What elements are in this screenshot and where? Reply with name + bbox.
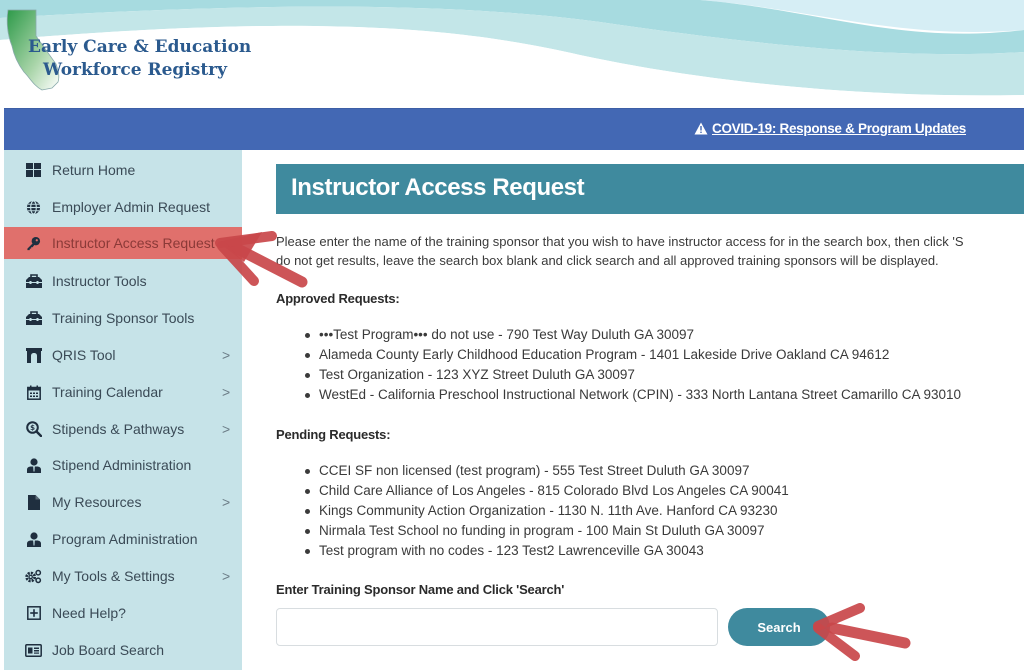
approved-requests-heading: Approved Requests: [276, 291, 400, 306]
pending-request-item: CCEI SF non licensed (test program) - 55… [304, 461, 789, 481]
sidebar-item-label: Return Home [52, 162, 136, 178]
file-icon [25, 494, 42, 511]
sidebar-item-label: My Tools & Settings [52, 568, 175, 584]
key-icon [25, 235, 42, 252]
annotation-arrow-search [813, 603, 911, 661]
chevron-right-icon: > [222, 568, 231, 584]
grid-icon [25, 162, 42, 179]
chevron-right-icon: > [222, 421, 231, 437]
sidebar-item-label: Need Help? [52, 605, 126, 621]
sidebar-item-label: Stipends & Pathways [52, 421, 185, 437]
sidebar-item-return-home[interactable]: Return Home [4, 154, 242, 186]
sidebar-item-label: Training Calendar [52, 384, 163, 400]
archway-icon [25, 347, 42, 364]
sidebar-item-label: QRIS Tool [52, 347, 116, 363]
svg-text:$: $ [30, 424, 35, 432]
globe-icon [25, 199, 42, 216]
warning-triangle-icon [694, 122, 708, 135]
sidebar-item-instructor-tools[interactable]: Instructor Tools [4, 265, 242, 297]
sidebar-item-label: Instructor Tools [52, 273, 147, 289]
approved-request-item: Test Organization - 123 XYZ Street Dulut… [304, 365, 961, 385]
sidebar-item-instructor-access-request[interactable]: Instructor Access Request [4, 227, 242, 259]
sidebar-item-label: Employer Admin Request [52, 199, 210, 215]
search-dollar-icon: $ [25, 421, 42, 438]
sidebar-item-training-sponsor-tools[interactable]: Training Sponsor Tools [4, 302, 242, 334]
sidebar-item-qris-tool[interactable]: QRIS Tool > [4, 339, 242, 371]
training-sponsor-search-input[interactable] [276, 608, 718, 646]
sidebar-item-label: Training Sponsor Tools [52, 310, 195, 326]
chevron-right-icon: > [222, 384, 231, 400]
sidebar-item-job-board-search[interactable]: Job Board Search [4, 634, 242, 666]
site-header: Early Care & Education Workforce Registr… [0, 0, 1024, 108]
alert-bar: COVID-19: Response & Program Updates [4, 108, 1024, 150]
instructions-line-1: Please enter the name of the training sp… [276, 234, 964, 249]
sidebar-item-label: Job Board Search [52, 642, 165, 658]
toolbox-icon [25, 273, 42, 290]
sidebar-item-label: My Resources [52, 494, 142, 510]
id-card-icon [25, 642, 42, 659]
search-button[interactable]: Search [728, 608, 830, 646]
instructions-line-2: do not get results, leave the search box… [276, 253, 939, 268]
sidebar-item-stipends-pathways[interactable]: $ Stipends & Pathways > [4, 413, 242, 445]
user-tie-icon [25, 457, 42, 474]
chevron-right-icon: > [222, 494, 231, 510]
cogs-icon [25, 568, 42, 585]
instructions-text: Please enter the name of the training sp… [276, 232, 1024, 270]
plus-square-icon [25, 605, 42, 622]
approved-request-item: WestEd - California Preschool Instructio… [304, 385, 961, 405]
sidebar-nav: Return Home Employer Admin Request Instr… [4, 150, 242, 670]
calendar-icon [25, 384, 42, 401]
chevron-right-icon: > [222, 347, 231, 363]
approved-request-item: Alameda County Early Childhood Education… [304, 345, 961, 365]
covid-updates-label: COVID-19: Response & Program Updates [712, 121, 967, 136]
approved-requests-list: •••Test Program••• do not use - 790 Test… [304, 325, 961, 405]
search-label: Enter Training Sponsor Name and Click 'S… [276, 582, 565, 597]
sidebar-item-need-help[interactable]: Need Help? [4, 597, 242, 629]
sidebar-item-stipend-administration[interactable]: Stipend Administration [4, 449, 242, 481]
pending-request-item: Child Care Alliance of Los Angeles - 815… [304, 481, 789, 501]
sidebar-item-training-calendar[interactable]: Training Calendar > [4, 376, 242, 408]
covid-updates-link[interactable]: COVID-19: Response & Program Updates [694, 121, 966, 136]
sidebar-item-my-resources[interactable]: My Resources > [4, 486, 242, 518]
logo-line-1: Early Care & Education [28, 37, 252, 57]
pending-requests-heading: Pending Requests: [276, 427, 391, 442]
sidebar-item-label: Program Administration [52, 531, 198, 547]
sidebar-item-employer-admin-request[interactable]: Employer Admin Request [4, 191, 242, 223]
pending-request-item: Nirmala Test School no funding in progra… [304, 521, 789, 541]
sidebar-item-label: Instructor Access Request [52, 235, 215, 251]
logo-line-2: Workforce Registry [43, 60, 228, 80]
sidebar-item-my-tools-settings[interactable]: My Tools & Settings > [4, 560, 242, 592]
user-tie-icon [25, 531, 42, 548]
page-title: Instructor Access Request [291, 174, 585, 201]
pending-request-item: Test program with no codes - 123 Test2 L… [304, 541, 789, 561]
sidebar-item-label: Stipend Administration [52, 457, 192, 473]
pending-requests-list: CCEI SF non licensed (test program) - 55… [304, 461, 789, 561]
site-logo-text[interactable]: Early Care & Education Workforce Registr… [28, 36, 251, 82]
sidebar-item-program-administration[interactable]: Program Administration [4, 523, 242, 555]
pending-request-item: Kings Community Action Organization - 11… [304, 501, 789, 521]
page-title-bar: Instructor Access Request [276, 164, 1024, 214]
toolbox-icon [25, 310, 42, 327]
approved-request-item: •••Test Program••• do not use - 790 Test… [304, 325, 961, 345]
